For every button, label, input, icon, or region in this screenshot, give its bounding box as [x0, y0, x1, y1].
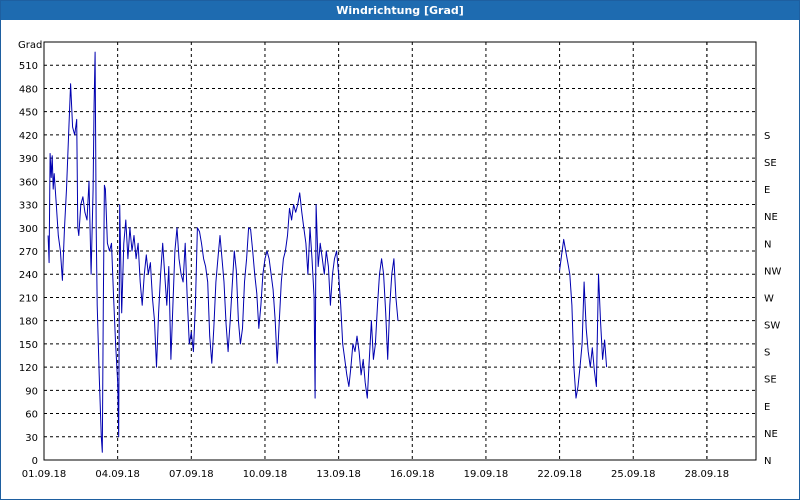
y-tick-label: 240 — [19, 270, 38, 281]
right-tick-label: S — [764, 131, 770, 142]
x-tick-label: 04.09.18 — [95, 469, 140, 480]
grid-lines — [44, 42, 756, 460]
right-tick-label: NE — [764, 212, 778, 223]
right-tick-label: N — [764, 239, 771, 250]
right-tick-label: SW — [764, 321, 780, 332]
y-tick-label: 480 — [19, 84, 38, 95]
x-tick-label: 07.09.18 — [169, 469, 214, 480]
x-tick-label: 01.09.18 — [22, 469, 67, 480]
y-tick-label: 510 — [19, 61, 38, 72]
y-tick-label: 420 — [19, 131, 38, 142]
x-tick-label: 19.09.18 — [464, 469, 509, 480]
x-tick-label: 22.09.18 — [537, 469, 582, 480]
x-tick-label: 28.09.18 — [685, 469, 730, 480]
y-tick-label: 180 — [19, 317, 38, 328]
y-tick-label: 210 — [19, 293, 38, 304]
y-tick-label: 60 — [25, 410, 38, 421]
y-tick-label: 270 — [19, 247, 38, 258]
right-tick-label: SE — [764, 375, 777, 386]
series-line-segment — [559, 238, 608, 399]
y-tick-label: 30 — [25, 433, 38, 444]
y-tick-label: 90 — [25, 386, 38, 397]
x-tick-label: 16.09.18 — [390, 469, 435, 480]
right-tick-label: SE — [764, 158, 777, 169]
right-tick-label: NE — [764, 429, 778, 440]
x-tick-label: 25.09.18 — [611, 469, 656, 480]
y-tick-label: 330 — [19, 201, 38, 212]
right-tick-label: E — [764, 185, 770, 196]
x-tick-label: 13.09.18 — [316, 469, 361, 480]
y-tick-label: 150 — [19, 340, 38, 351]
right-tick-label: NW — [764, 266, 781, 277]
x-tick-label: 10.09.18 — [243, 469, 288, 480]
right-tick-label: W — [764, 293, 774, 304]
y-tick-label: 450 — [19, 108, 38, 119]
wind-direction-chart: Grad 0 30 60 90 120 150 180 210 240 270 300 330 360 3… — [18, 40, 782, 480]
right-tick-label: S — [764, 348, 770, 359]
axis-labels: 0 30 60 90 120 150 180 210 240 270 300 330 360 390 420… — [19, 61, 782, 480]
y-tick-label: 390 — [19, 154, 38, 165]
y-tick-label: 0 — [32, 456, 38, 467]
right-tick-label: N — [764, 456, 771, 467]
y-tick-label: 120 — [19, 363, 38, 374]
y-axis-label: Grad — [18, 40, 42, 51]
right-tick-label: E — [764, 402, 770, 413]
y-tick-label: 300 — [19, 224, 38, 235]
y-tick-label: 360 — [19, 177, 38, 188]
